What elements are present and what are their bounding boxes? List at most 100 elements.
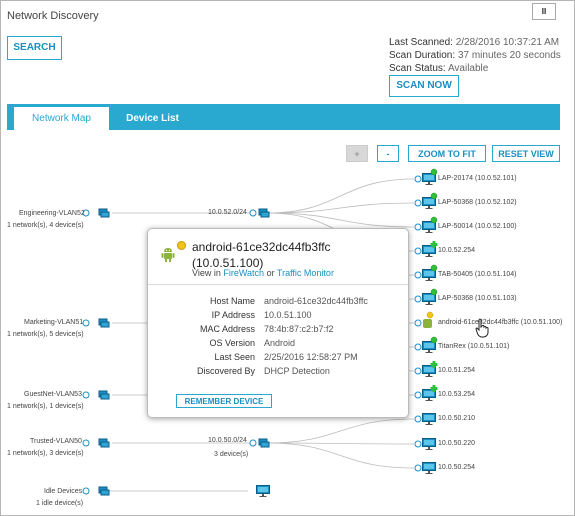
- firewatch-link[interactable]: FireWatch: [223, 268, 264, 278]
- field-value: 78:4b:87:c2:b7:f2: [264, 324, 334, 334]
- node-port[interactable]: [249, 209, 257, 217]
- subnet-switch-icon[interactable]: [258, 208, 270, 218]
- vlan-engineering-summary: 1 network(s), 4 device(s): [7, 222, 84, 229]
- vlan-marketing-summary: 1 network(s), 5 device(s): [7, 331, 84, 338]
- field-value: DHCP Detection: [264, 366, 330, 376]
- field-key: Discovered By: [196, 366, 255, 376]
- traffic-monitor-link[interactable]: Traffic Monitor: [277, 268, 334, 278]
- subnet-50-label[interactable]: 10.0.50.0/24: [208, 437, 247, 444]
- status-badge-icon[interactable]: [430, 168, 438, 176]
- device-monitor-icon[interactable]: [422, 341, 436, 354]
- hand-cursor-icon: [475, 318, 489, 338]
- status-badge-icon[interactable]: [430, 336, 438, 344]
- node-port[interactable]: [414, 440, 422, 448]
- device-monitor-icon[interactable]: [422, 293, 436, 306]
- idle-switch-icon[interactable]: [98, 486, 110, 496]
- field-row: MAC Address 78:4b:87:c2:b7:f2: [148, 324, 408, 337]
- link-line: [266, 418, 415, 444]
- node-port[interactable]: [414, 271, 422, 279]
- new-device-plus-icon[interactable]: [430, 387, 438, 390]
- field-value: android-61ce32dc44fb3ffc: [264, 296, 368, 306]
- device-label[interactable]: LAP-50368 (10.0.52.102): [438, 199, 517, 206]
- popup-hostname: android-61ce32dc44fb3ffc: [192, 240, 331, 254]
- or-text: or: [266, 268, 275, 278]
- vlan-engineering-label[interactable]: Engineering-VLAN52: [19, 210, 85, 217]
- popup-divider: [148, 284, 408, 285]
- node-port[interactable]: [414, 391, 422, 399]
- subnet-50-summary: 3 device(s): [214, 451, 249, 458]
- idle-device-icon[interactable]: [256, 485, 270, 498]
- idle-devices-summary: 1 idle device(s): [36, 500, 84, 507]
- device-label[interactable]: 10.0.52.254: [438, 247, 475, 254]
- popup-title: android-61ce32dc44fb3ffc (10.0.51.100): [192, 239, 331, 271]
- node-port[interactable]: [414, 295, 422, 303]
- vlan-trusted-label[interactable]: Trusted-VLAN50: [30, 438, 82, 445]
- remember-device-button[interactable]: REMEMBER DEVICE: [176, 394, 272, 408]
- vlan-marketing-label[interactable]: Marketing-VLAN51: [24, 319, 83, 326]
- device-label[interactable]: TAB-50405 (10.0.51.104): [438, 271, 516, 278]
- status-dot-icon: [177, 241, 186, 250]
- node-port[interactable]: [414, 319, 422, 327]
- device-label[interactable]: 10.0.50.220: [438, 440, 475, 447]
- vlan-switch-icon[interactable]: [98, 438, 110, 448]
- android-device-icon[interactable]: [423, 319, 432, 328]
- vlan-switch-icon[interactable]: [98, 390, 110, 400]
- field-value: 10.0.51.100: [264, 310, 312, 320]
- vlan-switch-icon[interactable]: [98, 318, 110, 328]
- device-monitor-icon[interactable]: [422, 221, 436, 234]
- device-monitor-icon[interactable]: [422, 413, 436, 426]
- node-port[interactable]: [414, 223, 422, 231]
- field-key: MAC Address: [199, 324, 255, 334]
- new-device-plus-icon[interactable]: [430, 363, 438, 366]
- device-label[interactable]: 10.0.51.254: [438, 367, 475, 374]
- node-port[interactable]: [249, 439, 257, 447]
- status-badge-icon[interactable]: [430, 192, 438, 200]
- device-label-android[interactable]: android-61ce32dc44fb3ffc (10.0.51.100): [438, 319, 562, 326]
- node-port[interactable]: [414, 247, 422, 255]
- vlan-switch-icon[interactable]: [98, 208, 110, 218]
- device-label[interactable]: LAP-20174 (10.0.52.101): [438, 175, 517, 182]
- subnet-switch-icon[interactable]: [258, 438, 270, 448]
- field-row: Last Seen 2/25/2016 12:58:27 PM: [148, 352, 408, 365]
- subnet-52-label[interactable]: 10.0.52.0/24: [208, 209, 247, 216]
- field-value: 2/25/2016 12:58:27 PM: [264, 352, 358, 362]
- device-monitor-icon[interactable]: [422, 269, 436, 282]
- idle-devices-label[interactable]: Idle Devices: [44, 488, 82, 495]
- device-label[interactable]: TitanRex (10.0.51.101): [438, 343, 509, 350]
- status-badge-icon[interactable]: [426, 311, 434, 319]
- vlan-guestnet-label[interactable]: GuestNet-VLAN53: [24, 391, 82, 398]
- node-port[interactable]: [82, 487, 90, 495]
- node-port[interactable]: [82, 391, 90, 399]
- status-badge-icon[interactable]: [430, 216, 438, 224]
- device-label[interactable]: 10.0.53.254: [438, 391, 475, 398]
- node-port[interactable]: [414, 199, 422, 207]
- field-row: Discovered By DHCP Detection: [148, 366, 408, 379]
- field-key: Last Seen: [214, 352, 255, 362]
- link-line: [266, 212, 415, 228]
- node-port[interactable]: [414, 175, 422, 183]
- device-detail-popup: android-61ce32dc44fb3ffc (10.0.51.100) V…: [147, 228, 409, 418]
- device-label[interactable]: LAP-50368 (10.0.51.103): [438, 295, 517, 302]
- status-badge-icon[interactable]: [430, 288, 438, 296]
- field-row: IP Address 10.0.51.100: [148, 310, 408, 323]
- device-monitor-icon[interactable]: [422, 462, 436, 475]
- status-badge-icon[interactable]: [430, 264, 438, 272]
- node-port[interactable]: [414, 343, 422, 351]
- device-label[interactable]: 10.0.50.210: [438, 415, 475, 422]
- device-label[interactable]: 10.0.50.254: [438, 464, 475, 471]
- link-line: [266, 442, 415, 469]
- vlan-guestnet-summary: 1 network(s), 1 device(s): [7, 403, 84, 410]
- device-monitor-icon[interactable]: [422, 173, 436, 186]
- device-label[interactable]: LAP-50014 (10.0.52.100): [438, 223, 517, 230]
- node-port[interactable]: [414, 415, 422, 423]
- device-monitor-icon[interactable]: [422, 438, 436, 451]
- node-port[interactable]: [82, 439, 90, 447]
- node-port[interactable]: [414, 464, 422, 472]
- popup-view-links: View in FireWatch or Traffic Monitor: [192, 268, 334, 278]
- new-device-plus-icon[interactable]: [430, 243, 438, 246]
- view-in-text: View in: [192, 268, 221, 278]
- node-port[interactable]: [414, 367, 422, 375]
- device-monitor-icon[interactable]: [422, 197, 436, 210]
- node-port[interactable]: [82, 319, 90, 327]
- vlan-trusted-summary: 1 network(s), 3 device(s): [7, 450, 84, 457]
